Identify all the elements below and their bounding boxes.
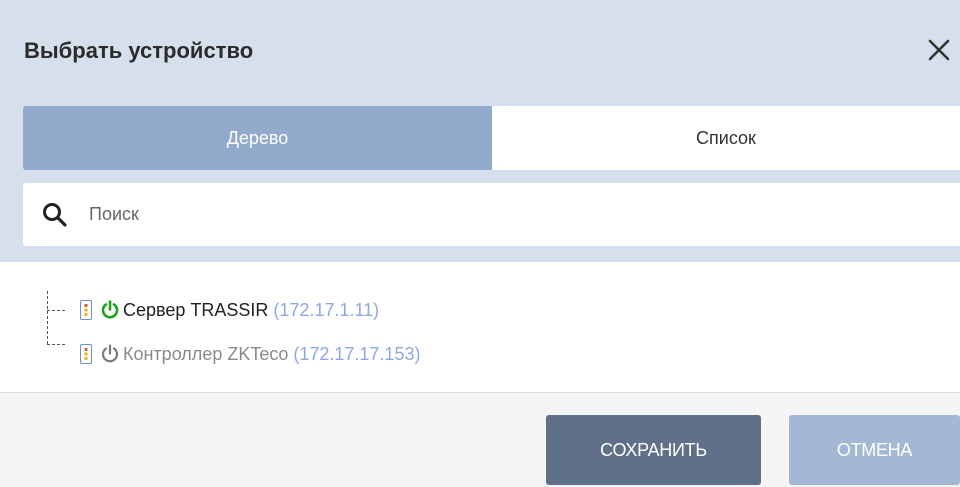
view-tabs: Дерево Список bbox=[23, 106, 960, 170]
save-button[interactable]: СОХРАНИТЬ bbox=[546, 415, 761, 485]
tree-item-controller[interactable]: Контроллер ZKTeco (172.17.17.153) bbox=[80, 340, 420, 368]
tree-item-ip: (172.17.1.11) bbox=[273, 299, 380, 320]
close-button[interactable] bbox=[924, 35, 954, 65]
cancel-button[interactable]: ОТМЕНА bbox=[789, 415, 960, 485]
tree-item-ip: (172.17.17.153) bbox=[293, 343, 421, 364]
tree-item-label: Контроллер ZKTeco bbox=[123, 343, 289, 364]
tree-connector bbox=[47, 344, 65, 345]
power-on-icon bbox=[101, 300, 119, 319]
dialog-title: Выбрать устройство bbox=[24, 38, 254, 63]
tree-item-server[interactable]: Сервер TRASSIR (172.17.1.11) bbox=[80, 296, 379, 324]
search-box bbox=[23, 183, 960, 246]
device-icon bbox=[80, 300, 92, 320]
search-input[interactable] bbox=[89, 195, 939, 233]
power-off-icon bbox=[101, 344, 119, 363]
tab-list[interactable]: Список bbox=[492, 106, 960, 170]
tree-connector bbox=[47, 291, 48, 344]
tree-connector bbox=[47, 310, 65, 311]
tab-tree[interactable]: Дерево bbox=[23, 106, 492, 170]
close-icon bbox=[928, 39, 950, 61]
search-icon bbox=[43, 203, 67, 227]
dialog-header: Выбрать устройство Дерево Список bbox=[0, 0, 960, 262]
dialog-footer: СОХРАНИТЬ ОТМЕНА bbox=[0, 392, 960, 487]
device-tree: Сервер TRASSIR (172.17.1.11) Контроллер … bbox=[0, 262, 960, 392]
tree-item-label: Сервер TRASSIR bbox=[123, 299, 269, 320]
device-icon bbox=[80, 344, 92, 364]
select-device-dialog: Выбрать устройство Дерево Список Поиск С… bbox=[0, 0, 960, 487]
